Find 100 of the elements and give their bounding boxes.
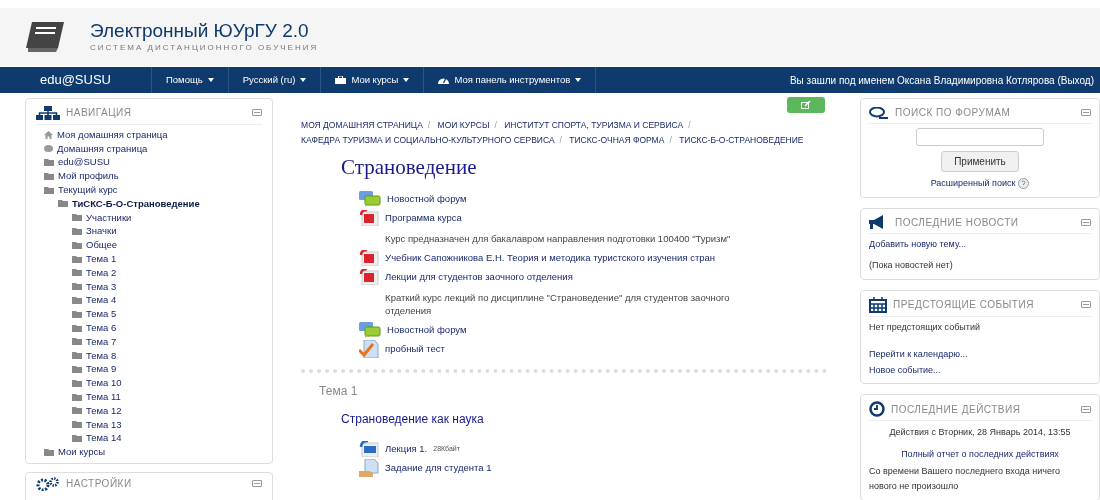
nav-link[interactable]: Тема 14 (86, 431, 122, 446)
collapse-icon[interactable] (1081, 218, 1091, 226)
chat-bubbles-icon (359, 322, 382, 338)
apply-button[interactable]: Применить (941, 151, 1019, 172)
breadcrumb-link[interactable]: ТИСКС-ОЧНАЯ ФОРМА (569, 135, 665, 145)
nav-link[interactable]: Тема 7 (86, 334, 117, 349)
help-icon[interactable] (1018, 178, 1030, 190)
activity-link[interactable]: Лекции для студентов заочного отделения (385, 269, 573, 285)
nav-link[interactable]: Тема 1 (86, 251, 117, 267)
nav-link[interactable]: Мой профиль (58, 169, 119, 184)
nav-link[interactable]: Текущий курс (58, 182, 118, 198)
caret-icon (207, 78, 214, 82)
collapse-icon[interactable] (1081, 109, 1091, 116)
nav-link[interactable]: edu@SUSU (58, 155, 110, 170)
activity-link[interactable]: пробный тест (385, 341, 445, 357)
edit-icon (801, 101, 811, 109)
course-title: Страноведение (341, 154, 478, 181)
nav-link[interactable]: Общее (86, 238, 118, 253)
caret-icon (403, 78, 410, 82)
nav-link[interactable]: Тема 4 (86, 293, 117, 308)
breadcrumb-link[interactable]: МОЯ ДОМАШНЯЯ СТРАНИЦА (301, 120, 423, 130)
pdf-file-icon (359, 250, 380, 266)
activity-link[interactable]: Новостной форум (387, 322, 467, 338)
nav-link[interactable]: Тема 8 (86, 348, 117, 363)
breadcrumb-separator: / (688, 120, 691, 130)
block-title: НАСТРОЙКИ (66, 476, 132, 492)
section-title: Страноведение как наука (341, 410, 485, 428)
nav-link[interactable]: Тема 11 (86, 389, 121, 405)
breadcrumb-separator: / (559, 135, 562, 145)
home-icon (44, 130, 53, 139)
pdf-file-icon (359, 269, 380, 285)
activity-since-text: Действия с Вторник, 28 Январь 2014, 13:55 (888, 426, 1072, 439)
caret-icon (300, 78, 307, 82)
empty-events-text: Нет предстоящих событий (869, 320, 981, 334)
activity-note-text: Со времени Вашего последнего входа ничего нового не произошло (869, 465, 1062, 493)
collapse-icon[interactable] (1081, 405, 1091, 413)
nav-link[interactable]: Значки (86, 224, 117, 239)
breadcrumb-link[interactable]: МОИ КУРСЫ (437, 120, 490, 130)
activity-link[interactable]: Программа курса (385, 210, 462, 226)
nav-link[interactable]: Тема 12 (86, 403, 122, 418)
block-title: ПОИСК ПО ФОРУМАМ (895, 106, 1011, 120)
breadcrumb-link[interactable]: КАФЕДРА ТУРИЗМА И СОЦИАЛЬНО-КУЛЬТУРНОГО СЕРВИСА (301, 135, 555, 145)
chat-icon (869, 106, 889, 119)
chat-bubbles-icon (359, 191, 382, 207)
collapse-icon[interactable] (252, 480, 263, 488)
advanced-search-link[interactable]: Расширенный поиск (930, 177, 1016, 191)
empty-news-text: (Пока новостей нет) (869, 259, 954, 272)
site-title: Электронный ЮУрГУ 2.0 (90, 20, 310, 42)
nav-link[interactable]: Мои курсы (58, 445, 106, 460)
clock-icon (869, 401, 885, 417)
activity-report-link[interactable]: Полный отчет о последних действиях (901, 449, 1059, 459)
checkmark-document-icon (359, 340, 380, 358)
activity-description: Краткий курс лекций по дисциплине "Страноведение" для студентов заочного отделения (385, 290, 731, 317)
activity-link[interactable]: Задание для студента 1 (385, 460, 492, 476)
menu-link[interactable]: Помощь (152, 67, 229, 93)
activity-link[interactable]: Новостной форум (387, 191, 467, 207)
gears-icon (36, 476, 60, 491)
brand-link[interactable]: edu@SUSU (0, 67, 152, 93)
nav-link[interactable]: Тема 5 (86, 307, 117, 322)
block-title: НАВИГАЦИЯ (66, 106, 132, 120)
section-heading: Тема 1 (319, 382, 359, 400)
block-title: ПОСЛЕДНИЕ НОВОСТИ (895, 215, 1019, 230)
gauge-icon (438, 76, 450, 84)
dot-icon (44, 145, 53, 153)
search-field[interactable] (916, 128, 1044, 146)
collapse-icon[interactable] (252, 109, 263, 116)
breadcrumb-separator: / (494, 120, 497, 130)
user-info: Вы зашли под именем Оксана Владимировна Котлярова (Выход) (789, 73, 1095, 88)
add-topic-link[interactable]: Добавить новую тему... (869, 237, 1091, 251)
breadcrumb-link[interactable]: ТИСКС-Б-О-СТРАНОВЕДЕНИЕ (679, 135, 804, 145)
breadcrumb-separator: / (427, 120, 431, 130)
edit-button[interactable] (787, 97, 825, 113)
nav-link[interactable]: Тема 6 (86, 320, 117, 336)
nav-link[interactable]: Тема 13 (86, 417, 122, 432)
hand-document-icon (359, 459, 380, 477)
block-title: ПОСЛЕДНИЕ ДЕЙСТВИЯ (891, 402, 1021, 417)
menu-link[interactable]: Моя панель инструментов (424, 67, 597, 93)
activity-link[interactable]: Лекция 1. (385, 441, 428, 457)
folder-icon (44, 448, 54, 456)
collapse-icon[interactable] (1081, 301, 1091, 308)
nav-link[interactable]: Тема 3 (86, 279, 117, 294)
nav-link[interactable]: Моя домашняя страница (57, 127, 168, 143)
nav-link[interactable]: Тема 9 (86, 362, 117, 377)
nav-link[interactable]: ТиСКС-Б-О-Страноведение (72, 196, 200, 211)
breadcrumb-link[interactable]: ИНСТИТУТ СПОРТА, ТУРИЗМА И СЕРВИСА (504, 120, 684, 130)
menu-link[interactable]: Мои курсы (321, 67, 425, 93)
nav-link[interactable]: Участники (86, 210, 132, 225)
breadcrumb-separator: / (669, 135, 672, 145)
calendar-icon (869, 296, 887, 313)
event-link[interactable]: Новое событие... (869, 363, 1091, 377)
nav-link[interactable]: Тема 2 (86, 265, 117, 280)
block-title: ПРЕДСТОЯЩИЕ СОБЫТИЯ (893, 298, 1034, 312)
sitemap-icon (36, 105, 60, 120)
menu-link[interactable]: Русский (ru) (228, 67, 322, 93)
event-link[interactable]: Перейти к календарю... (869, 348, 1091, 362)
activity-link[interactable]: Учебник Сапожникова Е.Н. Теория и методика туристского изучения стран (385, 250, 716, 266)
activity-description: Курс предназначен для бакалавром направления подготовки 100400 "Туризм" (385, 231, 732, 245)
nav-link[interactable]: Тема 10 (86, 376, 122, 391)
book-icon (24, 20, 66, 54)
nav-link[interactable]: Домашняя страница (57, 141, 148, 156)
